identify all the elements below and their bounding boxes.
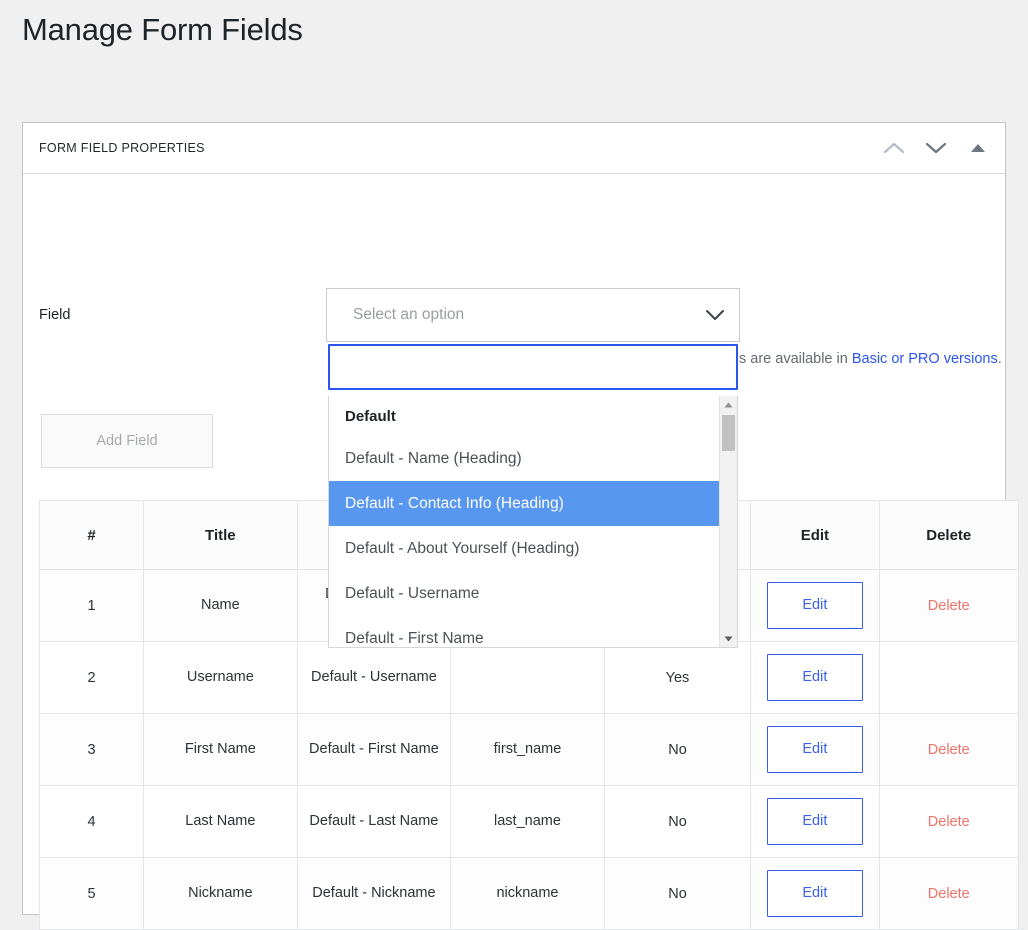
cell-number: 1 — [38, 569, 145, 642]
chevron-down-icon[interactable] — [923, 135, 949, 161]
column-header-title: Title — [143, 500, 298, 570]
field-select-dropdown: Default Default - Name (Heading) Default… — [328, 396, 738, 648]
dropdown-group-label: Default — [345, 408, 396, 425]
cell-title: Nickname — [143, 857, 298, 930]
table-row: 3 First Name Default - First Name first_… — [38, 713, 1020, 786]
cell-number: 3 — [38, 713, 145, 786]
field-label: Field — [39, 307, 71, 323]
field-select[interactable]: Select an option — [326, 288, 740, 342]
cell-edit: Edit — [750, 857, 880, 930]
delete-link[interactable]: Delete — [928, 886, 970, 902]
cell-delete: Delete — [878, 569, 1020, 642]
panel-header-title: FORM FIELD PROPERTIES — [39, 141, 205, 155]
panel-header-actions — [881, 135, 991, 161]
field-select-placeholder: Select an option — [353, 306, 465, 323]
edit-button[interactable]: Edit — [766, 582, 863, 629]
dropdown-option[interactable]: Default - About Yourself (Heading) — [329, 526, 719, 571]
cell-edit: Edit — [750, 785, 880, 858]
form-field-properties-panel: FORM FIELD PROPERTIES Field Select an op… — [22, 122, 1020, 930]
cell-type: Default - Nickname — [296, 857, 452, 930]
cell-required: No — [603, 857, 752, 930]
cell-meta — [450, 641, 605, 714]
cell-delete: Delete — [878, 857, 1020, 930]
page-title: Manage Form Fields — [22, 12, 303, 47]
cell-meta: nickname — [450, 857, 605, 930]
helper-text: s are available in Basic or PRO versions… — [739, 351, 1002, 367]
dropdown-option-selected[interactable]: Default - Contact Info (Heading) — [329, 481, 719, 526]
cell-required: Yes — [603, 641, 752, 714]
dropdown-option-list: Default Default - Name (Heading) Default… — [329, 396, 719, 647]
cell-title: Username — [143, 641, 298, 714]
cell-meta: first_name — [450, 713, 605, 786]
chevron-up-icon[interactable] — [881, 135, 907, 161]
chevron-down-icon — [705, 309, 725, 321]
edit-button[interactable]: Edit — [766, 870, 863, 917]
cell-title: First Name — [143, 713, 298, 786]
helper-text-suffix: . — [997, 351, 1002, 367]
dropdown-option[interactable]: Default - Name (Heading) — [329, 436, 719, 481]
table-row: 4 Last Name Default - Last Name last_nam… — [38, 785, 1020, 858]
cell-required: No — [603, 785, 752, 858]
cell-delete: Delete — [878, 713, 1020, 786]
cell-title: Last Name — [143, 785, 298, 858]
edit-button[interactable]: Edit — [766, 798, 863, 845]
cell-delete: Delete — [878, 785, 1020, 858]
panel-header: FORM FIELD PROPERTIES — [23, 123, 1005, 174]
cell-edit: Edit — [750, 641, 880, 714]
cell-edit: Edit — [750, 713, 880, 786]
dropdown-scrollbar-thumb[interactable] — [722, 415, 735, 451]
cell-type: Default - Username — [296, 641, 452, 714]
triangle-up-icon[interactable] — [965, 135, 991, 161]
dropdown-option[interactable]: Default - First Name — [329, 616, 719, 647]
helper-text-prefix: s are available in — [739, 351, 852, 367]
dropdown-scrollbar[interactable] — [719, 396, 737, 647]
cell-type: Default - First Name — [296, 713, 452, 786]
edit-button[interactable]: Edit — [766, 654, 863, 701]
field-select-search-input[interactable] — [328, 344, 738, 390]
cell-edit: Edit — [750, 569, 880, 642]
cell-title: Name — [143, 569, 298, 642]
column-header-number: # — [38, 500, 145, 570]
column-header-delete: Delete — [878, 500, 1020, 570]
cell-meta: last_name — [450, 785, 605, 858]
scroll-up-arrow-icon[interactable] — [720, 396, 737, 413]
add-field-button[interactable]: Add Field — [41, 414, 213, 468]
cell-type: Default - Last Name — [296, 785, 452, 858]
delete-link[interactable]: Delete — [928, 598, 970, 614]
delete-link[interactable]: Delete — [928, 742, 970, 758]
cell-number: 2 — [38, 641, 145, 714]
table-row: 5 Nickname Default - Nickname nickname N… — [38, 857, 1020, 930]
cell-number: 5 — [38, 857, 145, 930]
cell-delete — [878, 641, 1020, 714]
cell-number: 4 — [38, 785, 145, 858]
dropdown-option[interactable]: Default - Username — [329, 571, 719, 616]
delete-link[interactable]: Delete — [928, 814, 970, 830]
table-row: 2 Username Default - Username Yes Edit — [38, 641, 1020, 714]
edit-button[interactable]: Edit — [766, 726, 863, 773]
basic-pro-versions-link[interactable]: Basic or PRO versions — [852, 351, 998, 367]
scroll-down-arrow-icon[interactable] — [720, 630, 737, 647]
column-header-edit: Edit — [750, 500, 880, 570]
cell-required: No — [603, 713, 752, 786]
panel-body: Field Select an option s are available i… — [23, 174, 1020, 930]
